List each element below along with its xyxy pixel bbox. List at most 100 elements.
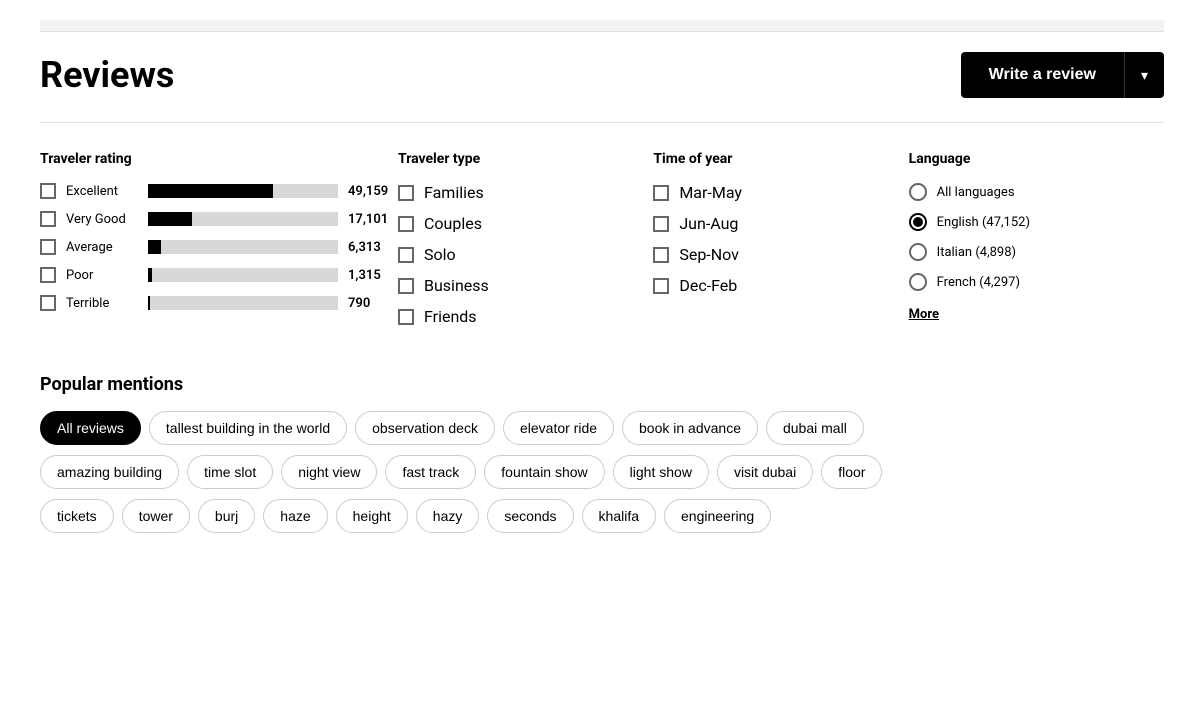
tag-button[interactable]: elevator ride xyxy=(503,411,614,445)
rating-checkbox[interactable] xyxy=(40,295,56,311)
language-item[interactable]: French (4,297) xyxy=(909,273,1164,291)
tag-button[interactable]: burj xyxy=(198,499,255,533)
rating-count: 790 xyxy=(348,296,398,311)
rating-label: Excellent xyxy=(66,184,138,199)
tag-button[interactable]: tower xyxy=(122,499,190,533)
time-item: Sep-Nov xyxy=(653,245,908,264)
time-checkbox[interactable] xyxy=(653,247,669,263)
radio-button[interactable] xyxy=(909,213,927,231)
tag-button[interactable]: dubai mall xyxy=(766,411,864,445)
time-item: Jun-Aug xyxy=(653,214,908,233)
rating-checkbox[interactable] xyxy=(40,239,56,255)
top-divider xyxy=(40,20,1164,32)
radio-button[interactable] xyxy=(909,243,927,261)
tag-button[interactable]: haze xyxy=(263,499,327,533)
language-label: All languages xyxy=(937,185,1015,200)
tag-button[interactable]: light show xyxy=(613,455,709,489)
time-checkbox[interactable] xyxy=(653,278,669,294)
tag-button[interactable]: seconds xyxy=(487,499,573,533)
popular-mentions-title: Popular mentions xyxy=(40,374,1164,395)
rating-label: Very Good xyxy=(66,212,138,227)
rating-item: Poor 1,315 xyxy=(40,267,398,283)
rating-item: Excellent 49,159 xyxy=(40,183,398,199)
tag-button[interactable]: tickets xyxy=(40,499,114,533)
tags-row: amazing buildingtime slotnight viewfast … xyxy=(40,455,1164,489)
type-checkbox[interactable] xyxy=(398,247,414,263)
rating-bar-fill xyxy=(148,240,161,254)
time-items: Mar-May Jun-Aug Sep-Nov Dec-Feb xyxy=(653,183,908,295)
rating-checkbox[interactable] xyxy=(40,267,56,283)
tag-button[interactable]: fast track xyxy=(385,455,476,489)
tag-button[interactable]: visit dubai xyxy=(717,455,813,489)
rating-count: 1,315 xyxy=(348,268,398,283)
write-review-dropdown-button[interactable]: ▾ xyxy=(1124,52,1164,98)
traveler-type-section: Traveler type Families Couples Solo Busi… xyxy=(398,151,653,338)
tag-button[interactable]: observation deck xyxy=(355,411,495,445)
time-checkbox[interactable] xyxy=(653,185,669,201)
type-label: Business xyxy=(424,276,489,295)
time-item: Mar-May xyxy=(653,183,908,202)
rating-label: Poor xyxy=(66,268,138,283)
language-title: Language xyxy=(909,151,1164,167)
tags-row: All reviewstallest building in the world… xyxy=(40,411,1164,445)
traveler-type-item: Families xyxy=(398,183,653,202)
type-checkbox[interactable] xyxy=(398,309,414,325)
tag-button[interactable]: All reviews xyxy=(40,411,141,445)
type-label: Friends xyxy=(424,307,477,326)
traveler-type-items: Families Couples Solo Business Friends xyxy=(398,183,653,326)
rating-bar xyxy=(148,184,338,198)
tag-button[interactable]: amazing building xyxy=(40,455,179,489)
rating-item: Average 6,313 xyxy=(40,239,398,255)
type-checkbox[interactable] xyxy=(398,278,414,294)
time-of-year-title: Time of year xyxy=(653,151,908,167)
traveler-type-item: Solo xyxy=(398,245,653,264)
rating-count: 6,313 xyxy=(348,240,398,255)
tag-button[interactable]: time slot xyxy=(187,455,273,489)
radio-button[interactable] xyxy=(909,183,927,201)
write-review-button[interactable]: Write a review xyxy=(961,52,1124,98)
time-label: Dec-Feb xyxy=(679,276,737,295)
tag-button[interactable]: hazy xyxy=(416,499,480,533)
language-item[interactable]: All languages xyxy=(909,183,1164,201)
traveler-type-item: Friends xyxy=(398,307,653,326)
rating-bar-fill xyxy=(148,212,192,226)
tag-button[interactable]: book in advance xyxy=(622,411,758,445)
rating-bar xyxy=(148,240,338,254)
type-checkbox[interactable] xyxy=(398,216,414,232)
time-of-year-section: Time of year Mar-May Jun-Aug Sep-Nov Dec… xyxy=(653,151,908,338)
language-item[interactable]: Italian (4,898) xyxy=(909,243,1164,261)
language-section: Language All languages English (47,152) … xyxy=(909,151,1164,338)
language-item[interactable]: English (47,152) xyxy=(909,213,1164,231)
tag-button[interactable]: fountain show xyxy=(484,455,604,489)
rating-item: Terrible 790 xyxy=(40,295,398,311)
tag-button[interactable]: khalifa xyxy=(582,499,656,533)
time-checkbox[interactable] xyxy=(653,216,669,232)
traveler-type-item: Couples xyxy=(398,214,653,233)
language-label: English (47,152) xyxy=(937,215,1030,230)
time-label: Mar-May xyxy=(679,183,742,202)
time-label: Sep-Nov xyxy=(679,245,739,264)
rating-checkbox[interactable] xyxy=(40,183,56,199)
traveler-rating-title: Traveler rating xyxy=(40,151,398,167)
rating-bar-fill xyxy=(148,184,273,198)
page-title: Reviews xyxy=(40,54,174,96)
tag-button[interactable]: engineering xyxy=(664,499,771,533)
language-label: French (4,297) xyxy=(937,275,1020,290)
language-items: All languages English (47,152) Italian (… xyxy=(909,183,1164,291)
rating-checkbox[interactable] xyxy=(40,211,56,227)
header-divider xyxy=(40,122,1164,123)
rating-bar xyxy=(148,268,338,282)
tag-button[interactable]: tallest building in the world xyxy=(149,411,347,445)
tag-button[interactable]: floor xyxy=(821,455,882,489)
tag-button[interactable]: height xyxy=(336,499,408,533)
traveler-rating-section: Traveler rating Excellent 49,159 Very Go… xyxy=(40,151,398,338)
type-checkbox[interactable] xyxy=(398,185,414,201)
reviews-header: Reviews Write a review ▾ xyxy=(40,52,1164,98)
radio-button[interactable] xyxy=(909,273,927,291)
rating-label: Terrible xyxy=(66,296,138,311)
rating-bar xyxy=(148,212,338,226)
type-label: Couples xyxy=(424,214,482,233)
time-label: Jun-Aug xyxy=(679,214,738,233)
tag-button[interactable]: night view xyxy=(281,455,377,489)
language-more-link[interactable]: More xyxy=(909,307,939,322)
